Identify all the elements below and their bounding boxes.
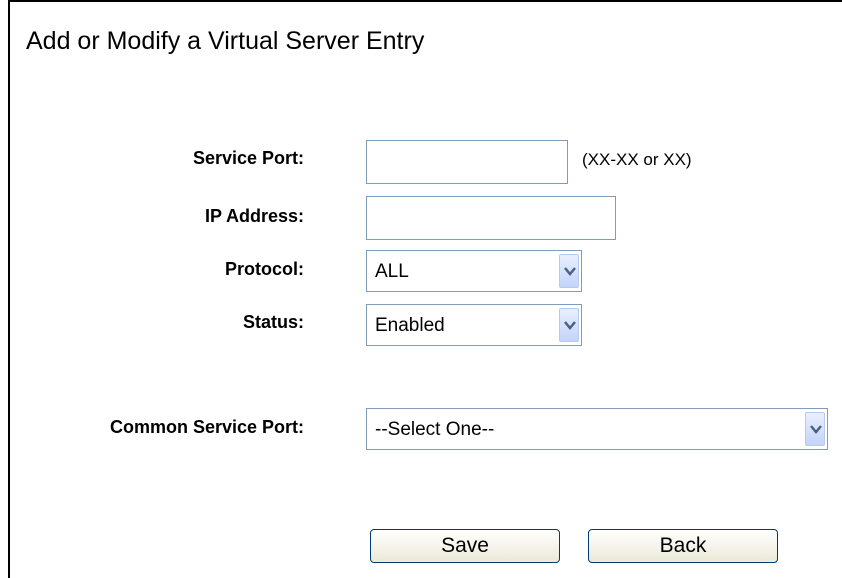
status-select[interactable]: Enabled: [366, 304, 582, 346]
protocol-selected-value: ALL: [375, 261, 409, 282]
chevron-down-icon[interactable]: [559, 308, 579, 342]
back-button[interactable]: Back: [588, 529, 778, 563]
ip-address-label: IP Address:: [204, 206, 304, 226]
common-service-port-label: Common Service Port:: [109, 417, 304, 437]
page-title: Add or Modify a Virtual Server Entry: [26, 27, 425, 55]
left-border: [8, 0, 10, 578]
chevron-down-icon[interactable]: [559, 254, 579, 288]
service-port-input[interactable]: [366, 140, 568, 184]
status-label: Status:: [242, 312, 304, 332]
protocol-select[interactable]: ALL: [366, 250, 582, 292]
ip-address-input[interactable]: [366, 196, 616, 240]
top-border: [8, 0, 842, 2]
protocol-label: Protocol:: [225, 259, 304, 279]
page-frame: Add or Modify a Virtual Server Entry Ser…: [0, 0, 842, 578]
save-button[interactable]: Save: [370, 529, 560, 563]
common-service-port-selected-value: --Select One--: [375, 419, 495, 440]
service-port-hint: (XX-XX or XX): [582, 150, 692, 169]
common-service-port-select[interactable]: --Select One--: [366, 408, 828, 450]
service-port-label: Service Port:: [192, 148, 304, 168]
status-selected-value: Enabled: [375, 315, 445, 336]
chevron-down-icon[interactable]: [805, 412, 825, 446]
